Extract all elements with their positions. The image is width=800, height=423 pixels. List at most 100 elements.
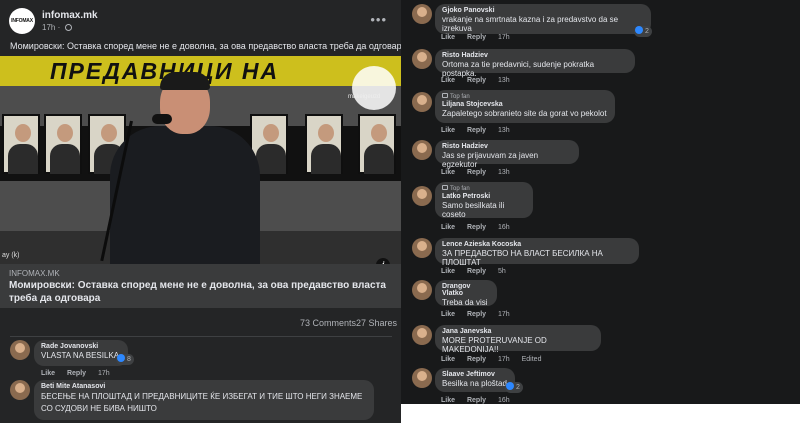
candidate-photo	[358, 114, 396, 174]
top-fan-icon	[442, 93, 448, 98]
post-header: INFOMAX infomax.mk 17h · •••	[9, 8, 395, 36]
comment-time[interactable]: 5h	[498, 268, 506, 275]
like-button[interactable]: Like	[441, 77, 455, 84]
reply-button[interactable]: Reply	[467, 34, 486, 41]
comment-bubble: Rade Jovanovski VLASTA NA BESILKA	[34, 340, 128, 366]
comment-bubble: Jana Janevska MORE PROTERUVANJE OD MAKED…	[435, 325, 601, 354]
avatar[interactable]	[412, 140, 432, 160]
avatar[interactable]	[412, 186, 432, 206]
reply-button[interactable]: Reply	[467, 169, 486, 176]
avatar[interactable]	[412, 325, 432, 345]
link-domain: INFOMAX.MK	[9, 269, 60, 278]
like-button[interactable]: Like	[441, 356, 455, 363]
engagement-counts: 73 Comments 27 Shares	[0, 318, 401, 330]
commenter-name[interactable]: Risto Hadziev	[442, 143, 572, 150]
page-name[interactable]: infomax.mk	[42, 10, 98, 21]
commenter-name[interactable]: Risto Hadziev	[442, 52, 628, 59]
avatar[interactable]	[412, 238, 432, 258]
reaction-count[interactable]: 2	[634, 26, 652, 37]
post-image[interactable]: ПРЕДАВНИЦИ НА makeigeuzd ay (k) i	[0, 56, 401, 264]
avatar[interactable]	[412, 92, 432, 112]
comment-time[interactable]: 16h	[498, 224, 510, 231]
more-options-icon[interactable]: •••	[370, 12, 387, 27]
link-title[interactable]: Момировски: Оставка според мене не е дов…	[9, 279, 389, 305]
like-button[interactable]: Like	[441, 169, 455, 176]
comment-actions: Like Reply 13h	[441, 77, 520, 84]
comment-time[interactable]: 17h	[98, 370, 110, 377]
comment-time[interactable]: 16h	[498, 397, 510, 404]
like-button[interactable]: Like	[441, 224, 455, 231]
like-button[interactable]: Like	[41, 370, 55, 377]
comment-bubble: Gjoko Panovski vrakanje na smrtnata kazn…	[435, 4, 651, 34]
post-timestamp[interactable]: 17h ·	[42, 23, 73, 32]
post-text: Момировски: Оставка според мене не е дов…	[10, 41, 401, 51]
commenter-name[interactable]: Liljana Stojcevska	[442, 101, 608, 108]
commenter-name[interactable]: Drangov Vlatko	[442, 283, 490, 297]
like-button[interactable]: Like	[441, 311, 455, 318]
top-fan-badge: Top fan	[442, 185, 526, 192]
commenter-name[interactable]: Lence Azieska Kocoska	[442, 241, 632, 248]
globe-icon	[65, 24, 73, 31]
reply-button[interactable]: Reply	[467, 397, 486, 404]
reaction-count[interactable]: 2	[505, 382, 523, 393]
comment-time[interactable]: 13h	[498, 169, 510, 176]
comment-actions: Like Reply 16h	[441, 397, 520, 404]
divider	[10, 336, 392, 337]
comment-actions: Like Reply 17h	[441, 311, 520, 318]
commenter-name[interactable]: Slaave Jeftimov	[442, 371, 508, 378]
avatar[interactable]	[412, 4, 432, 24]
like-button[interactable]: Like	[441, 34, 455, 41]
comment-actions: Like Reply 5h	[441, 268, 516, 275]
comment-bubble: Beti Mite Atanasovi БЕСЕЊЕ НА ПЛОШТАД И …	[34, 380, 374, 420]
speaker-figure	[110, 126, 260, 264]
comment-text: БЕСЕЊЕ НА ПЛОШТАД И ПРЕДАВНИЦИТЕ ЌЕ ИЗБЕ…	[41, 392, 363, 413]
page-avatar[interactable]: INFOMAX	[9, 8, 35, 34]
comment-time[interactable]: 13h	[498, 127, 510, 134]
like-button[interactable]: Like	[441, 268, 455, 275]
commenter-name[interactable]: Beti Mite Atanasovi	[41, 383, 367, 390]
commenter-name[interactable]: Gjoko Panovski	[442, 7, 644, 14]
shares-count[interactable]: 27 Shares	[356, 318, 397, 328]
image-corner-label: ay (k)	[2, 252, 20, 259]
avatar[interactable]	[412, 368, 432, 388]
comment-time[interactable]: 17h	[498, 34, 510, 41]
avatar[interactable]	[10, 340, 30, 360]
comment-bubble: Top fan Latko Petroski Samo besilkata il…	[435, 182, 533, 219]
commenter-name[interactable]: Jana Janevska	[442, 328, 594, 335]
comment-actions: Like Reply 16h	[441, 224, 520, 231]
reply-button[interactable]: Reply	[467, 268, 486, 275]
comments-count[interactable]: 73 Comments	[300, 318, 356, 328]
reply-button[interactable]: Reply	[467, 127, 486, 134]
comment-text: VLASTA NA BESILKA	[41, 351, 120, 360]
comment-text: vrakanje na smrtnata kazna i za predavst…	[442, 15, 619, 33]
reply-button[interactable]: Reply	[467, 356, 486, 363]
comment-time[interactable]: 17h	[498, 311, 510, 318]
comment-text: Zapaletego sobranieto site da gorat vo p…	[442, 109, 607, 118]
comment-actions: Like Reply 17h	[41, 370, 120, 377]
like-reaction-icon	[117, 354, 125, 362]
comment-text: Jas se prijavuvam za javen egzekutor	[442, 151, 539, 169]
comment-text: Samo besilkata ili coseto	[442, 201, 505, 219]
comment-text: Ortoma za tie predavnici, sudenje pokrat…	[442, 60, 595, 78]
like-button[interactable]: Like	[441, 127, 455, 134]
comment-bubble: Slaave Jeftimov Besilka na ploštad	[435, 368, 515, 392]
reply-button[interactable]: Reply	[67, 370, 86, 377]
comment-actions: Like Reply 17h	[441, 34, 520, 41]
commenter-name[interactable]: Rade Jovanovski	[41, 343, 121, 350]
reaction-count[interactable]: 8	[116, 354, 134, 365]
avatar[interactable]	[10, 380, 30, 400]
avatar[interactable]	[412, 49, 432, 69]
comment-actions: Like Reply 17h Edited	[441, 356, 551, 363]
comment-time[interactable]: 17h	[498, 356, 510, 363]
link-preview[interactable]: INFOMAX.MK Момировски: Оставка според ме…	[0, 264, 401, 308]
comment-bubble: Top fan Liljana Stojcevska Zapaletego so…	[435, 90, 615, 123]
reply-button[interactable]: Reply	[467, 224, 486, 231]
like-button[interactable]: Like	[441, 397, 455, 404]
comment-text: Besilka na ploštad	[442, 379, 507, 388]
comment-time[interactable]: 13h	[498, 77, 510, 84]
commenter-name[interactable]: Latko Petroski	[442, 193, 526, 200]
avatar[interactable]	[412, 280, 432, 300]
reply-button[interactable]: Reply	[467, 77, 486, 84]
reply-button[interactable]: Reply	[467, 311, 486, 318]
comment-actions: Like Reply 13h	[441, 127, 520, 134]
